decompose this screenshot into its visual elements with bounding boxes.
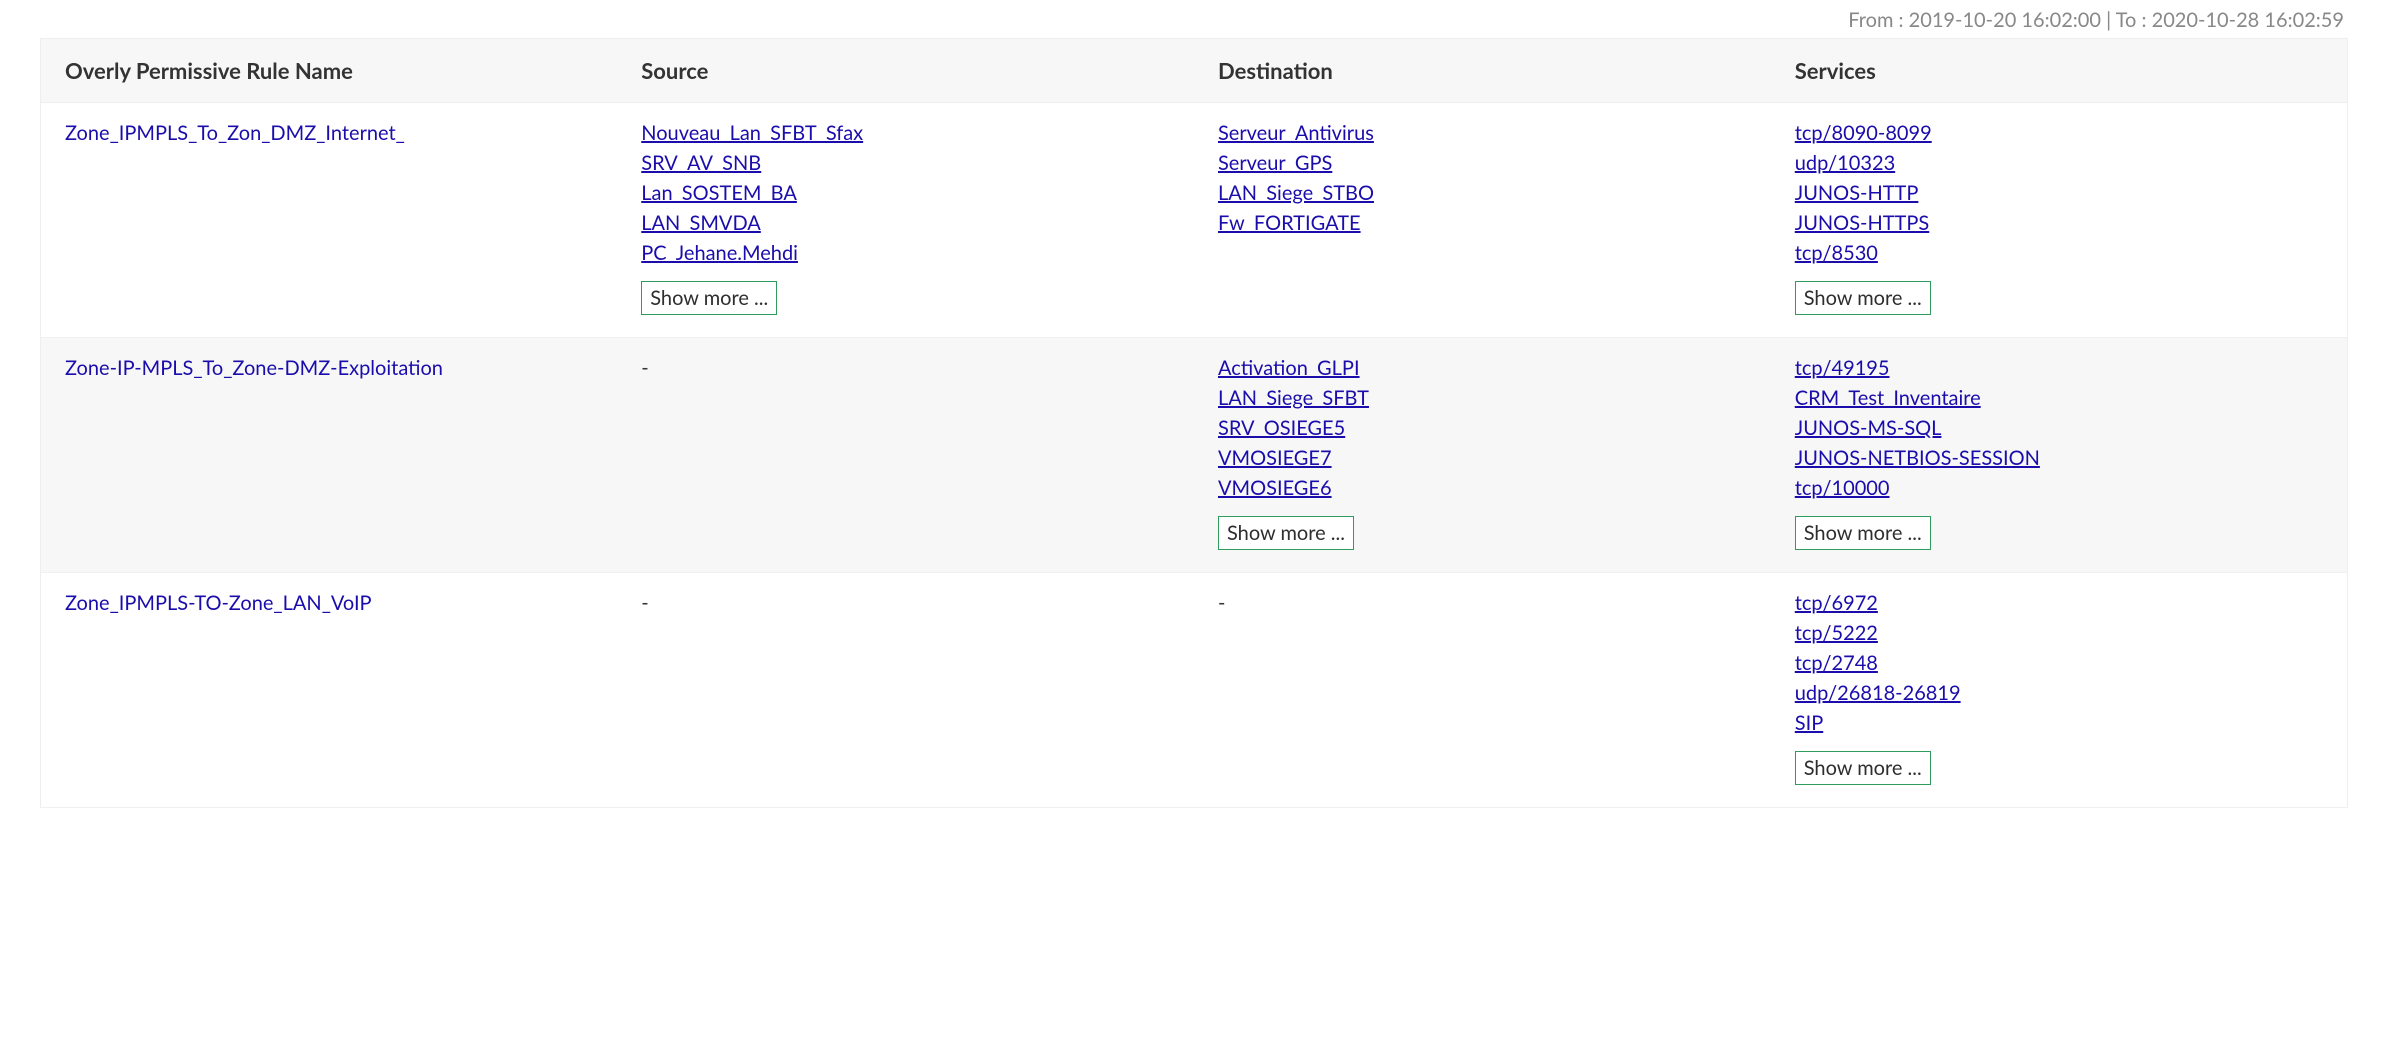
- list-item: Serveur_Antivirus: [1218, 121, 1747, 145]
- list-item: SIP: [1795, 711, 2323, 735]
- list-item: tcp/49195: [1795, 356, 2323, 380]
- destination-link[interactable]: Serveur_Antivirus: [1218, 121, 1374, 145]
- date-range-label: From : 2019-10-20 16:02:00 | To : 2020-1…: [40, 0, 2348, 38]
- show-more-button[interactable]: Show more ...: [1795, 516, 1931, 550]
- destination-empty: -: [1218, 591, 1225, 615]
- source-empty: -: [641, 591, 648, 615]
- source-link[interactable]: LAN_SMVDA: [641, 211, 761, 235]
- service-link[interactable]: JUNOS-MS-SQL: [1795, 416, 1942, 440]
- source-cell: Nouveau_Lan_SFBT_Sfax SRV_AV_SNB Lan_SOSTE…: [617, 103, 1194, 338]
- destination-cell: Serveur_Antivirus Serveur_GPS LAN_Siege_ST…: [1194, 103, 1771, 338]
- column-header-source: Source: [617, 39, 1194, 103]
- rule-name[interactable]: Zone_IPMPLS_To_Zon_DMZ_Internet_: [65, 121, 405, 145]
- list-item: Lan_SOSTEM_BA: [641, 181, 1170, 205]
- list-item: JUNOS-HTTPS: [1795, 211, 2323, 235]
- source-list: Nouveau_Lan_SFBT_Sfax SRV_AV_SNB Lan_SOSTE…: [641, 121, 1170, 265]
- show-more-button[interactable]: Show more ...: [1795, 751, 1931, 785]
- destination-link[interactable]: VMOSIEGE6: [1218, 476, 1332, 500]
- list-item: Fw_FORTIGATE: [1218, 211, 1747, 235]
- source-link[interactable]: Lan_SOSTEM_BA: [641, 181, 797, 205]
- service-link[interactable]: tcp/49195: [1795, 356, 1890, 380]
- list-item: udp/26818-26819: [1795, 681, 2323, 705]
- show-more-button[interactable]: Show more ...: [641, 281, 777, 315]
- show-more-button[interactable]: Show more ...: [1218, 516, 1354, 550]
- service-list: tcp/49195 CRM_Test_Inventaire JUNOS-MS-SQL…: [1795, 356, 2323, 500]
- list-item: Nouveau_Lan_SFBT_Sfax: [641, 121, 1170, 145]
- service-cell: tcp/6972 tcp/5222 tcp/2748 udp/26818-26819 S…: [1771, 573, 2348, 808]
- list-item: tcp/8090-8099: [1795, 121, 2323, 145]
- service-link[interactable]: CRM_Test_Inventaire: [1795, 386, 1981, 410]
- service-link[interactable]: tcp/6972: [1795, 591, 1878, 615]
- source-link[interactable]: SRV_AV_SNB: [641, 151, 761, 175]
- list-item: tcp/10000: [1795, 476, 2323, 500]
- service-cell: tcp/49195 CRM_Test_Inventaire JUNOS-MS-SQL…: [1771, 338, 2348, 573]
- destination-list: Activation_GLPI LAN_Siege_SFBT SRV_OSIEGE5…: [1218, 356, 1747, 500]
- list-item: tcp/6972: [1795, 591, 2323, 615]
- table-row: Zone_IPMPLS-TO-Zone_LAN_VoIP--tcp/6972tc…: [41, 573, 2348, 808]
- permissive-rules-table: Overly Permissive Rule Name Source Desti…: [40, 38, 2348, 808]
- list-item: PC_Jehane.Mehdi: [641, 241, 1170, 265]
- destination-link[interactable]: Serveur_GPS: [1218, 151, 1332, 175]
- list-item: LAN_Siege_SFBT: [1218, 386, 1747, 410]
- column-header-destination: Destination: [1194, 39, 1771, 103]
- list-item: LAN_SMVDA: [641, 211, 1170, 235]
- list-item: CRM_Test_Inventaire: [1795, 386, 2323, 410]
- source-cell: -: [617, 573, 1194, 808]
- source-empty: -: [641, 356, 648, 380]
- destination-link[interactable]: LAN_Siege_SFBT: [1218, 386, 1369, 410]
- list-item: tcp/2748: [1795, 651, 2323, 675]
- service-link[interactable]: tcp/8090-8099: [1795, 121, 1932, 145]
- list-item: Activation_GLPI: [1218, 356, 1747, 380]
- service-link[interactable]: udp/10323: [1795, 151, 1895, 175]
- list-item: VMOSIEGE6: [1218, 476, 1747, 500]
- list-item: JUNOS-MS-SQL: [1795, 416, 2323, 440]
- list-item: VMOSIEGE7: [1218, 446, 1747, 470]
- service-link[interactable]: tcp/2748: [1795, 651, 1878, 675]
- list-item: SRV_AV_SNB: [641, 151, 1170, 175]
- destination-link[interactable]: Fw_FORTIGATE: [1218, 211, 1361, 235]
- service-link[interactable]: udp/26818-26819: [1795, 681, 1961, 705]
- service-link[interactable]: JUNOS-HTTPS: [1795, 211, 1929, 235]
- destination-link[interactable]: Activation_GLPI: [1218, 356, 1360, 380]
- column-header-services: Services: [1771, 39, 2348, 103]
- column-header-rule: Overly Permissive Rule Name: [41, 39, 618, 103]
- table-row: Zone-IP-MPLS_To_Zone-DMZ-Exploitation - Ac…: [41, 338, 2348, 573]
- service-link[interactable]: tcp/10000: [1795, 476, 1890, 500]
- destination-link[interactable]: VMOSIEGE7: [1218, 446, 1332, 470]
- rule-name[interactable]: Zone_IPMPLS-TO-Zone_LAN_VoIP: [65, 591, 372, 615]
- service-link[interactable]: tcp/8530: [1795, 241, 1878, 265]
- source-link[interactable]: PC_Jehane.Mehdi: [641, 241, 798, 265]
- list-item: JUNOS-HTTP: [1795, 181, 2323, 205]
- table-row: Zone_IPMPLS_To_Zon_DMZ_Internet_ Nouveau_…: [41, 103, 2348, 338]
- list-item: LAN_Siege_STBO: [1218, 181, 1747, 205]
- service-link[interactable]: JUNOS-NETBIOS-SESSION: [1795, 446, 2040, 470]
- destination-cell: -: [1194, 573, 1771, 808]
- list-item: udp/10323: [1795, 151, 2323, 175]
- list-item: tcp/5222: [1795, 621, 2323, 645]
- service-list: tcp/8090-8099 udp/10323 JUNOS-HTTP JUNOS-HT…: [1795, 121, 2323, 265]
- rule-name[interactable]: Zone-IP-MPLS_To_Zone-DMZ-Exploitation: [65, 356, 443, 380]
- destination-link[interactable]: SRV_OSIEGE5: [1218, 416, 1345, 440]
- list-item: JUNOS-NETBIOS-SESSION: [1795, 446, 2323, 470]
- list-item: SRV_OSIEGE5: [1218, 416, 1747, 440]
- source-link[interactable]: Nouveau_Lan_SFBT_Sfax: [641, 121, 863, 145]
- source-cell: -: [617, 338, 1194, 573]
- service-link[interactable]: JUNOS-HTTP: [1795, 181, 1919, 205]
- show-more-button[interactable]: Show more ...: [1795, 281, 1931, 315]
- list-item: Serveur_GPS: [1218, 151, 1747, 175]
- service-list: tcp/6972 tcp/5222 tcp/2748 udp/26818-26819 S…: [1795, 591, 2323, 735]
- destination-cell: Activation_GLPI LAN_Siege_SFBT SRV_OSIEGE5…: [1194, 338, 1771, 573]
- list-item: tcp/8530: [1795, 241, 2323, 265]
- service-link[interactable]: SIP: [1795, 711, 1823, 735]
- rule-name-cell: Zone-IP-MPLS_To_Zone-DMZ-Exploitation: [41, 338, 618, 573]
- destination-list: Serveur_Antivirus Serveur_GPS LAN_Siege_ST…: [1218, 121, 1747, 235]
- destination-link[interactable]: LAN_Siege_STBO: [1218, 181, 1374, 205]
- service-link[interactable]: tcp/5222: [1795, 621, 1878, 645]
- rule-name-cell: Zone_IPMPLS-TO-Zone_LAN_VoIP: [41, 573, 618, 808]
- rule-name-cell: Zone_IPMPLS_To_Zon_DMZ_Internet_: [41, 103, 618, 338]
- service-cell: tcp/8090-8099 udp/10323 JUNOS-HTTP JUNOS-HT…: [1771, 103, 2348, 338]
